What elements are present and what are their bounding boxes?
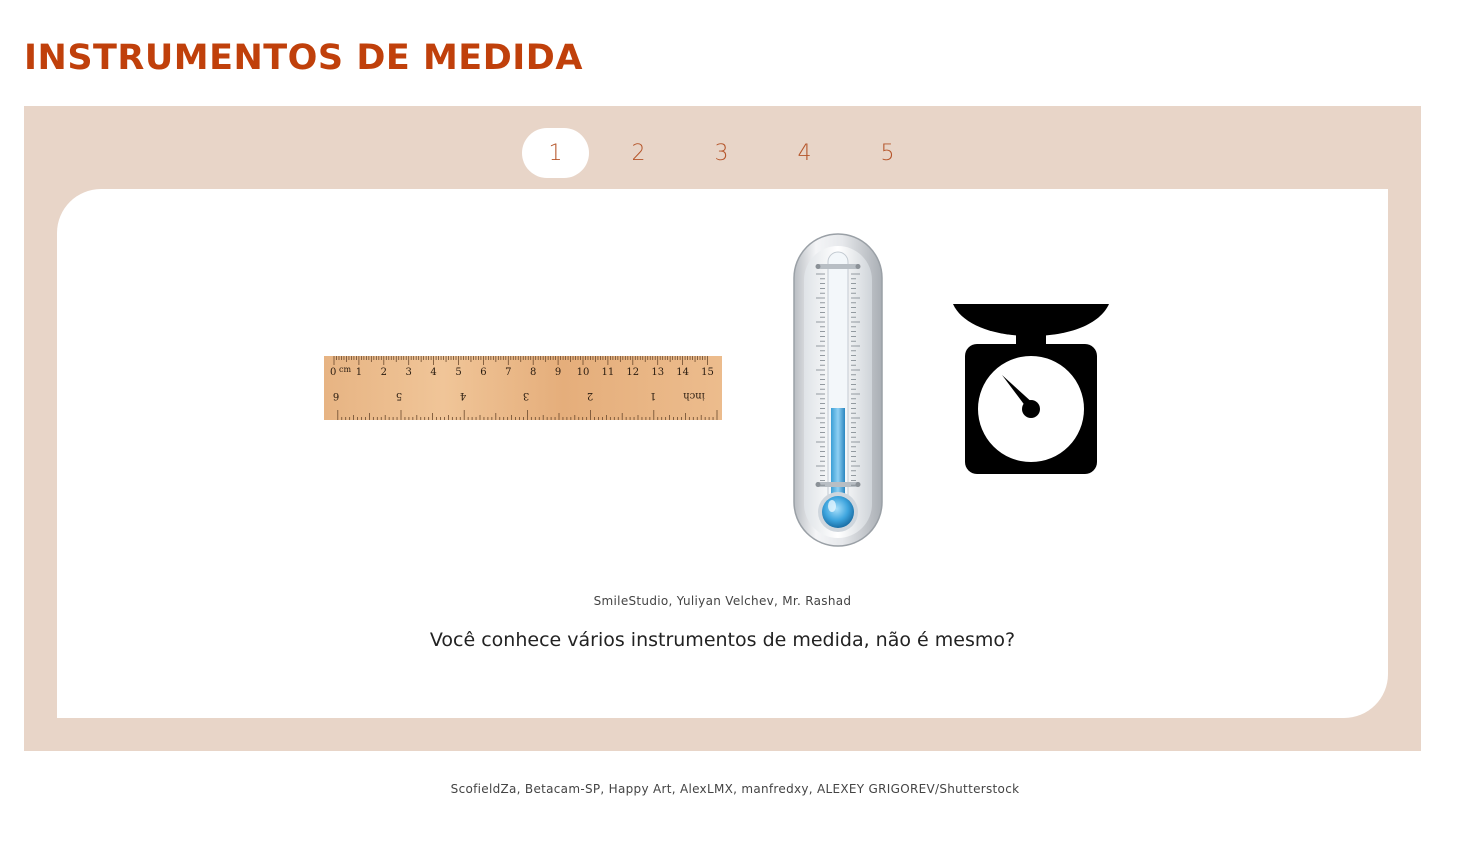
ruler-icon: 0 cm 1 2 3 4 5 6 7 8 9 10 11 12 13 14 15 6 5 4 3 2 1 inch: [324, 356, 722, 420]
ruler-label-0: 0: [330, 367, 336, 378]
ruler-label-13: 13: [651, 367, 664, 378]
tab-3[interactable]: 3: [688, 128, 755, 178]
ruler-label-4: 4: [430, 367, 436, 378]
slide-caption: Você conhece vários instrumentos de medi…: [429, 629, 1016, 651]
ruler-label-15: 15: [701, 367, 714, 378]
ruler-label-2: 2: [587, 390, 593, 401]
image-credit: SmileStudio, Yuliyan Velchev, Mr. Rashad: [593, 594, 852, 608]
page-credit: ScofieldZa, Betacam-SP, Happy Art, AlexL…: [450, 782, 1020, 796]
tab-1[interactable]: 1: [522, 128, 589, 178]
tab-2[interactable]: 2: [605, 128, 672, 178]
ruler-label-11: 11: [602, 367, 615, 378]
ruler-label-2: 2: [381, 367, 387, 378]
ruler-label-cm: cm: [339, 365, 351, 374]
slide-card: 0 cm 1 2 3 4 5 6 7 8 9 10 11 12 13 14 15 6 5 4 3 2 1 inch: [57, 189, 1388, 718]
ruler-label-9: 9: [555, 367, 561, 378]
ruler-label-inch: inch: [683, 390, 705, 401]
carousel-pagination: 1 2 3 4 5: [522, 128, 937, 178]
ruler-label-12: 12: [626, 367, 639, 378]
ruler-label-1: 1: [650, 390, 656, 401]
ruler-label-6: 6: [333, 390, 339, 401]
kitchen-scale-icon: [953, 304, 1109, 474]
ruler-label-3: 3: [406, 367, 412, 378]
ruler-label-5: 5: [455, 367, 461, 378]
slide-illustrations: 0 cm 1 2 3 4 5 6 7 8 9 10 11 12 13 14 15 6 5 4 3 2 1 inch: [57, 189, 1388, 589]
ruler-label-8: 8: [530, 367, 536, 378]
thermometer-icon: [793, 233, 883, 547]
ruler-label-1: 1: [356, 367, 362, 378]
tab-5[interactable]: 5: [854, 128, 921, 178]
ruler-label-14: 14: [676, 367, 689, 378]
ruler-label-4: 4: [460, 390, 466, 401]
page-title: INSTRUMENTOS DE MEDIDA: [24, 38, 583, 78]
ruler-label-10: 10: [577, 367, 590, 378]
image-carousel: 1 2 3 4 5 0 cm 1 2 3 4 5 6 7 8 9 10 11 12 13: [24, 106, 1421, 751]
ruler-label-6: 6: [480, 367, 486, 378]
ruler-label-3: 3: [523, 390, 529, 401]
tab-4[interactable]: 4: [771, 128, 838, 178]
ruler-label-5: 5: [396, 390, 402, 401]
ruler-label-7: 7: [505, 367, 511, 378]
